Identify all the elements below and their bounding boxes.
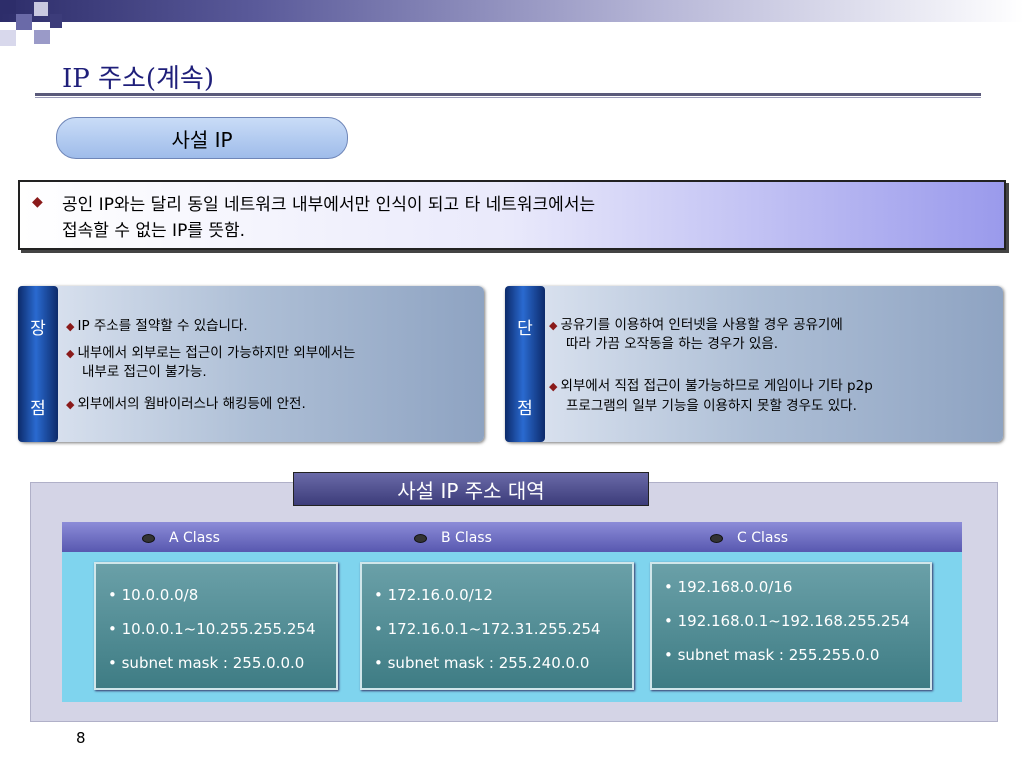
title-divider-thin [35, 97, 981, 98]
diamond-bullet-icon: ◆ [549, 380, 558, 393]
definition-line: 공인 IP와는 달리 동일 네트워크 내부에서만 인식이 되고 타 네트워크에서… [62, 195, 596, 215]
range-line: • 192.168.0.1~192.168.255.254 [664, 612, 910, 630]
decor-square [34, 2, 48, 16]
diamond-bullet-icon: ◆ [66, 320, 75, 333]
decor-square [0, 30, 16, 46]
list-item: ◆ 외부에서 직접 접근이 불가능하므로 게임이나 기타 p2p [549, 378, 873, 394]
range-line: • 10.0.0.1~10.255.255.254 [108, 620, 316, 638]
bullet-icon [710, 533, 723, 543]
class-label-c: C Class [710, 530, 788, 546]
tab-char: 점 [517, 399, 533, 419]
range-line: • 10.0.0.0/8 [108, 586, 199, 604]
list-item-continued: 내부로 접근이 불가능. [82, 364, 207, 380]
slide-title: IP 주소(계속) [62, 64, 214, 94]
bullet-icon [142, 533, 155, 543]
diamond-bullet-icon: ◆ [32, 194, 43, 210]
list-item-continued: 따라 가끔 오작동을 하는 경우가 있음. [566, 336, 779, 352]
range-line: • 172.16.0.1~172.31.255.254 [374, 620, 601, 638]
list-item: ◆ 외부에서의 웜바이러스나 해킹등에 안전. [66, 396, 306, 412]
header-gradient-bar [0, 0, 1024, 22]
tab-char: 점 [30, 399, 46, 419]
list-item: ◆ 내부에서 외부로는 접근이 가능하지만 외부에서는 [66, 345, 356, 361]
list-item: ◆ IP 주소를 절약할 수 있습니다. [66, 318, 248, 334]
class-label-a: A Class [142, 530, 220, 546]
advantages-tab: 장 점 [18, 286, 58, 442]
decor-square [0, 0, 16, 14]
page-number: 8 [76, 729, 86, 747]
ranges-title: 사설 IP 주소 대역 [293, 472, 649, 506]
disadvantages-tab: 단 점 [505, 286, 545, 442]
disadvantages-panel: 단 점 ◆ 공유기를 이용하여 인터넷을 사용할 경우 공유기에 따라 가끔 오작… [505, 286, 1003, 442]
range-line: • 192.168.0.0/16 [664, 578, 793, 596]
class-a-card: • 10.0.0.0/8 • 10.0.0.1~10.255.255.254 •… [94, 562, 338, 690]
tab-char: 단 [517, 319, 533, 339]
advantages-panel: 장 점 ◆ IP 주소를 절약할 수 있습니다. ◆ 내부에서 외부로는 접근이 가… [18, 286, 484, 442]
definition-box: ◆ 공인 IP와는 달리 동일 네트워크 내부에서만 인식이 되고 타 네트워크… [18, 180, 1006, 250]
range-line: • subnet mask : 255.255.0.0 [664, 646, 880, 664]
section-heading: 사설 IP [56, 117, 348, 159]
class-b-card: • 172.16.0.0/12 • 172.16.0.1~172.31.255.… [360, 562, 634, 690]
diamond-bullet-icon: ◆ [66, 398, 75, 411]
list-item-continued: 프로그램의 일부 기능을 이용하지 못할 경우도 있다. [566, 398, 857, 414]
definition-line: 접속할 수 없는 IP를 뜻함. [62, 221, 246, 241]
diamond-bullet-icon: ◆ [66, 347, 75, 360]
list-item: ◆ 공유기를 이용하여 인터넷을 사용할 경우 공유기에 [549, 317, 843, 333]
tab-char: 장 [30, 319, 46, 339]
range-line: • 172.16.0.0/12 [374, 586, 493, 604]
decor-square [16, 14, 32, 30]
range-line: • subnet mask : 255.240.0.0 [374, 654, 590, 672]
class-c-card: • 192.168.0.0/16 • 192.168.0.1~192.168.2… [650, 562, 932, 690]
class-label-b: B Class [414, 530, 492, 546]
decor-square [34, 30, 50, 44]
diamond-bullet-icon: ◆ [549, 319, 558, 332]
bullet-icon [414, 533, 427, 543]
range-line: • subnet mask : 255.0.0.0 [108, 654, 305, 672]
decor-square [50, 14, 62, 28]
title-divider [35, 93, 981, 96]
